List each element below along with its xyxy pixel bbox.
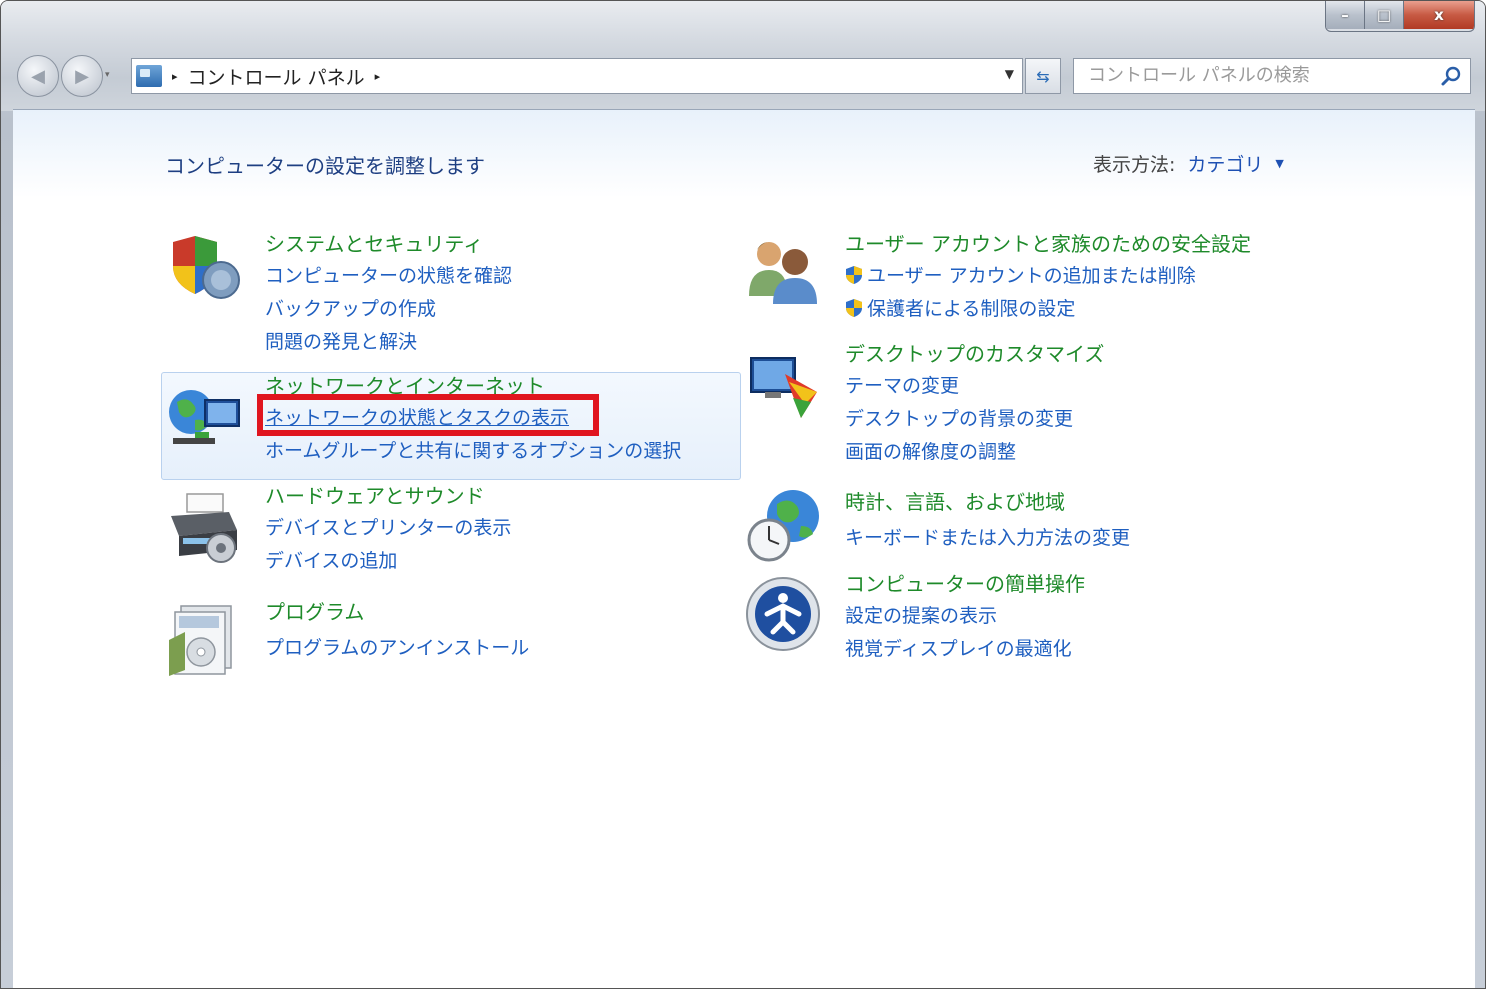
optimize-visual-display-link[interactable]: 視覚ディスプレイの最適化 <box>845 633 1085 666</box>
category-text: システムとセキュリティ コンピューターの状態を確認 バックアップの作成 問題の発… <box>265 228 512 359</box>
category-text: ハードウェアとサウンド デバイスとプリンターの表示 デバイスの追加 <box>265 480 511 578</box>
network-globe-icon[interactable] <box>165 380 245 460</box>
search-box[interactable] <box>1073 58 1471 94</box>
address-bar[interactable]: ▸ コントロール パネル ▸ ▼ <box>131 58 1023 94</box>
suggested-settings-link[interactable]: 設定の提案の表示 <box>845 600 1085 633</box>
category-text: 時計、言語、および地域 キーボードまたは入力方法の変更 <box>845 486 1130 555</box>
navigation-buttons: ◀ ▶ ▾ <box>17 55 115 97</box>
search-icon[interactable] <box>1440 65 1462 87</box>
add-device-link[interactable]: デバイスの追加 <box>265 545 511 578</box>
programs-title[interactable]: プログラム <box>265 596 529 628</box>
clock-language-region-title[interactable]: 時計、言語、および地域 <box>845 486 1130 518</box>
appearance-title[interactable]: デスクトップのカスタマイズ <box>845 338 1104 370</box>
category-text: デスクトップのカスタマイズ テーマの変更 デスクトップの背景の変更 画面の解像度… <box>845 338 1104 469</box>
back-button[interactable]: ◀ <box>17 55 59 97</box>
minimize-button[interactable]: – <box>1326 1 1365 29</box>
printer-icon[interactable] <box>165 490 245 570</box>
programs-icon[interactable] <box>165 600 245 680</box>
hardware-sound-title[interactable]: ハードウェアとサウンド <box>265 480 511 512</box>
parental-controls-link[interactable]: 保護者による制限の設定 <box>845 293 1251 326</box>
refresh-button[interactable]: ⇆ <box>1025 58 1061 94</box>
add-remove-accounts-label[interactable]: ユーザー アカウントの追加または削除 <box>867 265 1196 287</box>
forward-button[interactable]: ▶ <box>61 55 103 97</box>
find-fix-problems-link[interactable]: 問題の発見と解決 <box>265 326 512 359</box>
caption-buttons: – □ x <box>1325 1 1475 32</box>
adjust-resolution-link[interactable]: 画面の解像度の調整 <box>845 436 1104 469</box>
user-accounts-title[interactable]: ユーザー アカウントと家族のための安全設定 <box>845 228 1251 260</box>
add-remove-accounts-link[interactable]: ユーザー アカウントの追加または削除 <box>845 260 1251 293</box>
desktop-appearance-icon[interactable] <box>745 352 825 432</box>
refresh-icon: ⇆ <box>1036 66 1050 86</box>
chevron-down-icon[interactable]: ▼ <box>1275 157 1283 170</box>
page-title: コンピューターの設定を調整します <box>165 154 485 178</box>
parental-controls-label[interactable]: 保護者による制限の設定 <box>867 298 1075 320</box>
clock-globe-icon[interactable] <box>745 486 825 566</box>
view-devices-printers-link[interactable]: デバイスとプリンターの表示 <box>265 512 511 545</box>
breadcrumb-separator[interactable]: ▸ <box>172 70 178 83</box>
create-backup-link[interactable]: バックアップの作成 <box>265 293 512 326</box>
content-area: コンピューターの設定を調整します 表示方法: カテゴリ ▼ システムとセキュリテ… <box>13 109 1475 988</box>
category-text: コンピューターの簡単操作 設定の提案の表示 視覚ディスプレイの最適化 <box>845 568 1085 666</box>
close-button[interactable]: x <box>1404 1 1474 29</box>
title-bar <box>1 1 1485 111</box>
address-dropdown-button[interactable]: ▼ <box>1005 67 1014 81</box>
view-by-value[interactable]: カテゴリ <box>1187 150 1263 177</box>
ease-of-access-title[interactable]: コンピューターの簡単操作 <box>845 568 1085 600</box>
search-input[interactable] <box>1074 59 1438 91</box>
breadcrumb-control-panel[interactable]: コントロール パネル <box>188 63 365 90</box>
security-shield-icon[interactable] <box>165 228 245 308</box>
ease-of-access-icon[interactable] <box>745 574 825 654</box>
view-by-label: 表示方法: <box>1093 154 1176 176</box>
control-panel-icon <box>136 65 162 87</box>
view-by-selector: 表示方法: カテゴリ ▼ <box>1093 150 1284 177</box>
system-security-title[interactable]: システムとセキュリティ <box>265 228 512 260</box>
users-icon[interactable] <box>745 228 825 308</box>
maximize-button[interactable]: □ <box>1365 1 1404 29</box>
uac-shield-icon <box>846 266 862 284</box>
homegroup-sharing-options-link[interactable]: ホームグループと共有に関するオプションの選択 <box>265 435 681 468</box>
highlight-annotation-box <box>257 394 599 436</box>
change-theme-link[interactable]: テーマの変更 <box>845 370 1104 403</box>
breadcrumb-separator-end[interactable]: ▸ <box>375 70 381 83</box>
uninstall-program-link[interactable]: プログラムのアンインストール <box>265 632 529 665</box>
view-computer-status-link[interactable]: コンピューターの状態を確認 <box>265 260 512 293</box>
uac-shield-icon <box>846 299 862 317</box>
change-keyboard-input-link[interactable]: キーボードまたは入力方法の変更 <box>845 522 1130 555</box>
recent-pages-dropdown[interactable]: ▾ <box>105 55 115 95</box>
category-text: プログラム プログラムのアンインストール <box>265 596 529 665</box>
control-panel-window: – □ x ◀ ▶ ▾ ▸ コントロール パネル ▸ ▼ ⇆ コンピューターの設… <box>0 0 1486 989</box>
change-background-link[interactable]: デスクトップの背景の変更 <box>845 403 1104 436</box>
category-text: ユーザー アカウントと家族のための安全設定 ユーザー アカウントの追加または削除… <box>845 228 1251 326</box>
